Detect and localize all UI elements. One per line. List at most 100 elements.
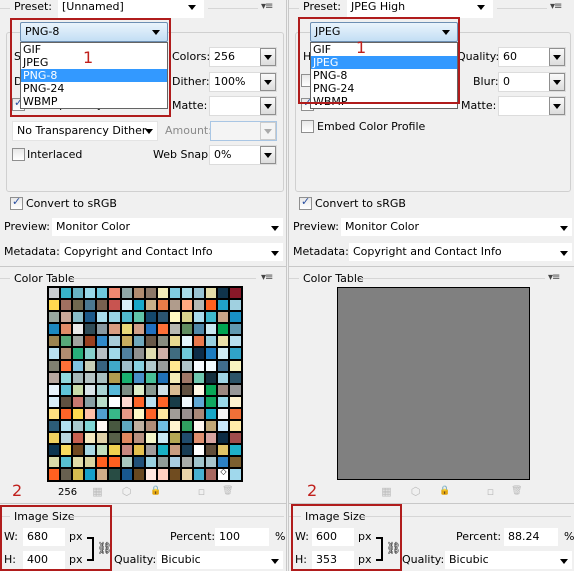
color-swatch[interactable]: [169, 469, 181, 480]
color-swatch[interactable]: [133, 421, 144, 432]
color-swatch[interactable]: [230, 336, 241, 347]
color-swatch[interactable]: [121, 336, 132, 347]
color-swatch[interactable]: [182, 469, 193, 480]
color-swatch[interactable]: [218, 288, 229, 299]
color-swatch[interactable]: [218, 300, 229, 311]
color-swatch[interactable]: [97, 433, 108, 444]
preview-select[interactable]: Monitor Color: [51, 217, 284, 237]
color-swatch[interactable]: [182, 288, 193, 299]
color-swatch[interactable]: [49, 433, 60, 444]
color-swatch[interactable]: [157, 288, 168, 299]
color-swatch[interactable]: [109, 324, 120, 335]
color-swatch[interactable]: [109, 396, 120, 407]
color-swatch[interactable]: [61, 396, 72, 407]
resample-quality-select[interactable]: Bicubic: [156, 550, 284, 570]
dither-dropdown-button[interactable]: [260, 73, 276, 91]
color-swatch[interactable]: [230, 300, 241, 311]
color-swatch[interactable]: [206, 360, 217, 371]
color-swatch[interactable]: [157, 360, 168, 371]
color-swatch[interactable]: [49, 396, 60, 407]
color-swatch[interactable]: [121, 469, 132, 480]
panel-menu-icon[interactable]: ▾≡: [550, 1, 562, 12]
color-swatch[interactable]: [85, 372, 96, 383]
color-swatch[interactable]: [218, 372, 229, 383]
color-swatch[interactable]: [85, 445, 96, 456]
trash-icon[interactable]: 🗑: [222, 486, 233, 497]
color-swatch[interactable]: [157, 348, 168, 359]
color-swatch[interactable]: [85, 384, 96, 395]
color-swatch[interactable]: [194, 312, 205, 323]
color-swatch[interactable]: [230, 396, 241, 407]
color-swatch[interactable]: [73, 445, 84, 456]
color-swatch[interactable]: [206, 421, 217, 432]
color-swatch[interactable]: [121, 433, 132, 444]
color-swatch[interactable]: [109, 288, 120, 299]
color-swatch[interactable]: [73, 469, 84, 480]
color-swatch[interactable]: [49, 312, 60, 323]
color-swatch[interactable]: [49, 445, 60, 456]
color-swatch[interactable]: [73, 348, 84, 359]
color-swatch[interactable]: [194, 457, 205, 468]
color-table-menu-icon[interactable]: ▾≡: [548, 272, 560, 283]
transparency-dither-select[interactable]: No Transparency Dither: [12, 121, 158, 141]
color-swatch[interactable]: [206, 384, 217, 395]
color-swatch[interactable]: [157, 300, 168, 311]
matte-dropdown-button[interactable]: [260, 97, 276, 115]
color-swatch[interactable]: [206, 408, 217, 420]
color-swatch[interactable]: [73, 372, 84, 383]
color-swatch[interactable]: [194, 300, 205, 311]
color-swatch[interactable]: [97, 288, 108, 299]
matte-dropdown-button[interactable]: [549, 97, 565, 115]
convert-srgb-checkbox[interactable]: [10, 195, 23, 210]
color-swatch[interactable]: [206, 336, 217, 347]
color-swatch[interactable]: [61, 408, 72, 420]
color-swatch[interactable]: [206, 457, 217, 468]
color-swatch[interactable]: [133, 457, 144, 468]
color-swatch[interactable]: [230, 348, 241, 359]
metadata-select[interactable]: Copyright and Contact Info: [348, 242, 573, 262]
color-swatch[interactable]: [97, 408, 108, 420]
color-swatch[interactable]: [157, 457, 168, 468]
color-swatch[interactable]: [73, 433, 84, 444]
color-swatch[interactable]: [85, 312, 96, 323]
color-swatch[interactable]: [194, 421, 205, 432]
color-swatch[interactable]: [133, 396, 144, 407]
color-swatch[interactable]: [121, 300, 132, 311]
color-swatch[interactable]: [182, 372, 193, 383]
color-swatch[interactable]: [133, 348, 144, 359]
color-swatch[interactable]: [206, 469, 217, 480]
color-swatch[interactable]: [145, 421, 156, 432]
color-swatch[interactable]: [73, 457, 84, 468]
color-swatch[interactable]: [97, 336, 108, 347]
color-swatch[interactable]: [85, 396, 96, 407]
embed-profile-checkbox[interactable]: [301, 120, 314, 133]
color-swatch[interactable]: [206, 445, 217, 456]
websnap-select[interactable]: 0%: [209, 145, 277, 165]
color-swatch[interactable]: [85, 360, 96, 371]
color-swatch[interactable]: [61, 300, 72, 311]
color-swatch[interactable]: [194, 348, 205, 359]
color-swatch[interactable]: [145, 408, 156, 420]
color-swatch[interactable]: [230, 445, 241, 456]
color-swatch[interactable]: [230, 360, 241, 371]
color-swatch[interactable]: [97, 324, 108, 335]
color-swatch[interactable]: ◇: [218, 467, 229, 480]
color-swatch[interactable]: [49, 360, 60, 371]
color-swatch[interactable]: [109, 372, 120, 383]
color-swatch[interactable]: [109, 300, 120, 311]
color-swatch[interactable]: [121, 312, 132, 323]
color-swatch[interactable]: [194, 433, 205, 444]
color-swatch[interactable]: [61, 324, 72, 335]
color-swatch[interactable]: [97, 396, 108, 407]
color-swatch[interactable]: [218, 396, 229, 407]
color-swatch[interactable]: [49, 288, 60, 299]
quality-dropdown-button[interactable]: [549, 48, 565, 66]
color-swatch[interactable]: [109, 445, 120, 456]
color-swatch[interactable]: [218, 421, 229, 432]
color-swatch[interactable]: [182, 300, 193, 311]
color-swatch[interactable]: [169, 457, 181, 468]
color-swatch[interactable]: [194, 445, 205, 456]
color-swatch[interactable]: [85, 324, 96, 335]
cube-icon[interactable]: ⬡: [410, 486, 421, 497]
color-swatch[interactable]: [218, 408, 229, 420]
